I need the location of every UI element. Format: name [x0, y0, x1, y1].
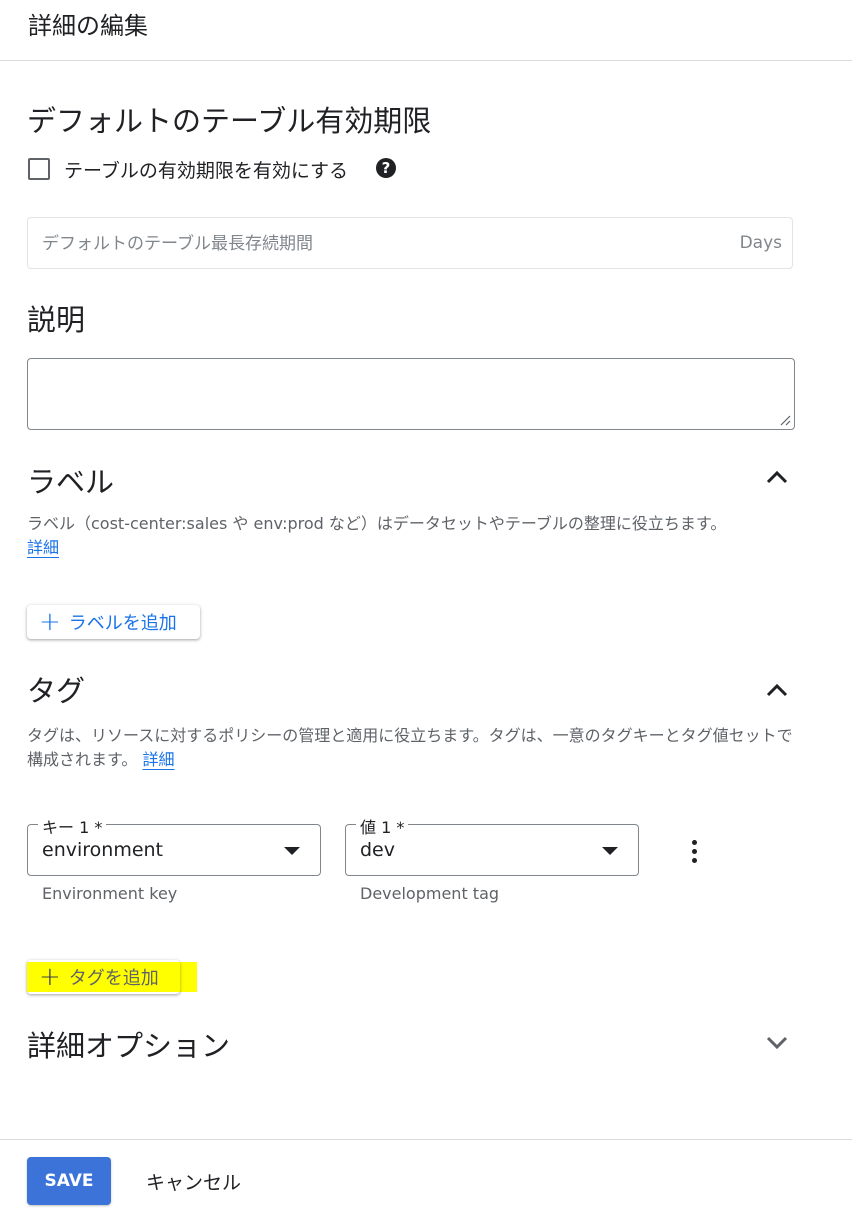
labels-heading: ラベル	[27, 465, 115, 499]
tag-value-value: dev	[360, 839, 395, 861]
labels-learn-more-link[interactable]: 詳細	[27, 538, 59, 557]
description-heading: 説明	[27, 303, 86, 337]
expiration-heading: デフォルトのテーブル有効期限	[27, 104, 432, 138]
dropdown-arrow-icon	[602, 847, 618, 855]
description-textarea[interactable]	[28, 359, 794, 429]
description-field[interactable]	[27, 358, 795, 430]
max-duration-field[interactable]: Days	[27, 217, 793, 270]
more-options-icon[interactable]	[684, 840, 704, 864]
tag-value-hint: Development tag	[360, 884, 500, 903]
tag-key-select[interactable]: キー 1 * environment	[27, 814, 321, 876]
tag-value-label: 値 1 *	[356, 814, 409, 838]
chevron-down-icon[interactable]	[764, 1029, 790, 1055]
tag-key-hint: Environment key	[42, 884, 178, 903]
enable-expiration-checkbox[interactable]	[28, 158, 50, 180]
add-label-button[interactable]: + ラベルを追加	[27, 605, 200, 639]
save-button[interactable]: SAVE	[27, 1157, 111, 1205]
footer-divider	[0, 1139, 852, 1140]
plus-icon: +	[39, 962, 61, 992]
add-tag-button[interactable]: + タグを追加	[27, 960, 180, 994]
max-duration-input[interactable]	[40, 218, 724, 270]
enable-expiration-label[interactable]: テーブルの有効期限を有効にする	[64, 156, 348, 183]
plus-icon: +	[39, 607, 61, 637]
tags-heading: タグ	[27, 674, 86, 708]
advanced-options-heading[interactable]: 詳細オプション	[27, 1023, 230, 1065]
tag-key-label: キー 1 *	[38, 814, 107, 838]
header-divider	[0, 60, 852, 61]
dropdown-arrow-icon	[284, 847, 300, 855]
tags-description: タグは、リソースに対するポリシーの管理と適用に役立ちます。タグは、一意のタグキー…	[27, 726, 793, 769]
resize-handle-icon[interactable]	[779, 414, 791, 426]
help-icon[interactable]: ?	[376, 158, 396, 178]
tag-key-value: environment	[42, 839, 164, 861]
page-title: 詳細の編集	[28, 12, 148, 40]
days-suffix: Days	[739, 233, 782, 253]
chevron-up-icon[interactable]	[764, 677, 790, 703]
cancel-button[interactable]: キャンセル	[146, 1168, 241, 1195]
tags-learn-more-link[interactable]: 詳細	[143, 750, 175, 769]
chevron-up-icon[interactable]	[764, 464, 790, 490]
tag-value-select[interactable]: 値 1 * dev	[345, 814, 639, 876]
labels-description: ラベル（cost-center:sales や env:prod など）はデータ…	[27, 514, 727, 557]
